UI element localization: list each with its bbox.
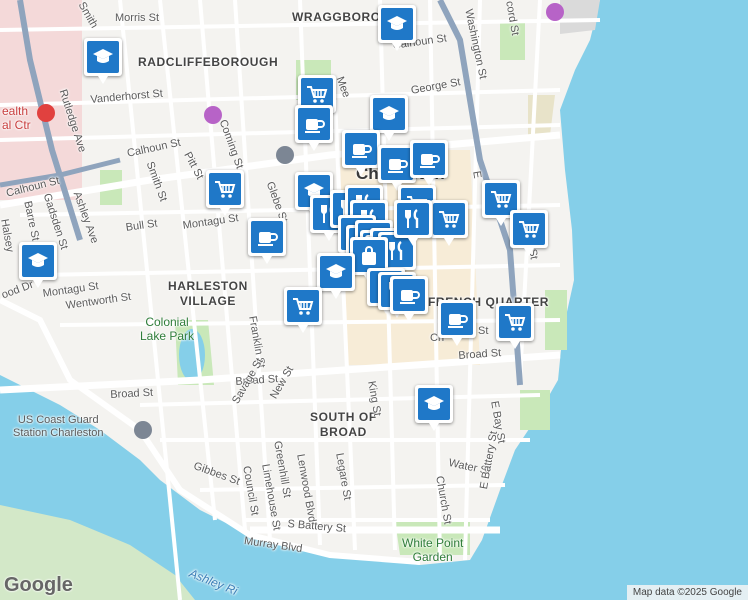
cafe-icon xyxy=(352,144,372,158)
cafe-marker[interactable] xyxy=(248,218,286,264)
shopping-icon xyxy=(439,211,460,228)
school-icon xyxy=(387,16,407,30)
school-icon xyxy=(93,49,113,63)
neighborhood-label: RADCLIFFEBOROUGH xyxy=(138,55,279,69)
school-marker[interactable] xyxy=(415,385,453,431)
school-icon xyxy=(424,396,444,410)
shopping-icon xyxy=(307,86,328,103)
map-attribution[interactable]: Map data ©2025 Google xyxy=(626,585,748,600)
cafe-marker[interactable] xyxy=(438,300,476,346)
school-marker[interactable] xyxy=(317,253,355,299)
school-icon xyxy=(28,253,48,267)
cafe-marker[interactable] xyxy=(295,105,333,151)
shopping-bag-icon xyxy=(362,246,376,265)
cafe-icon xyxy=(388,159,408,173)
grocery-marker[interactable] xyxy=(496,303,534,349)
cafe-icon xyxy=(400,290,420,304)
restaurant-marker[interactable] xyxy=(394,200,432,246)
neighborhood-label: SOUTH OF BROAD xyxy=(310,410,377,439)
shopping-icon xyxy=(293,298,314,315)
cafe-icon xyxy=(448,314,468,328)
park-label: Colonial Lake Park xyxy=(140,315,195,343)
grocery-marker[interactable] xyxy=(510,210,548,256)
school-marker[interactable] xyxy=(378,5,416,51)
school-icon xyxy=(326,264,346,278)
cafe-icon xyxy=(258,232,278,246)
shopping-icon xyxy=(505,314,526,331)
cafe-marker[interactable] xyxy=(410,140,448,186)
school-marker[interactable] xyxy=(19,242,57,288)
neighborhood-label: HARLESTON VILLAGE xyxy=(168,279,248,308)
restaurant-icon xyxy=(389,241,403,260)
cafe-icon xyxy=(420,154,440,168)
map-viewport[interactable]: WRAGGBOROUGH RADCLIFFEBOROUGH HARLESTON … xyxy=(0,0,748,600)
cafe-marker[interactable] xyxy=(342,130,380,176)
grocery-marker[interactable] xyxy=(430,200,468,246)
street-label: St xyxy=(478,325,489,337)
cafe-icon xyxy=(305,119,325,133)
street-label: Broad St xyxy=(110,386,154,401)
grocery-marker[interactable] xyxy=(206,170,244,216)
shopping-icon xyxy=(519,221,540,238)
park-label: White Point Garden xyxy=(402,536,464,564)
street-label: Morris St xyxy=(115,12,159,24)
cafe-marker[interactable] xyxy=(390,276,428,322)
poi-label: ealth al Ctr xyxy=(2,104,31,132)
shopping-icon xyxy=(491,191,512,208)
google-logo: Google xyxy=(4,574,73,596)
restaurant-icon xyxy=(405,209,419,228)
shopping-icon xyxy=(215,181,236,198)
poi-label: US Coast Guard Station Charleston xyxy=(13,414,104,439)
grocery-marker[interactable] xyxy=(284,287,322,333)
school-icon xyxy=(379,106,399,120)
school-marker[interactable] xyxy=(370,95,408,141)
school-marker[interactable] xyxy=(84,38,122,84)
